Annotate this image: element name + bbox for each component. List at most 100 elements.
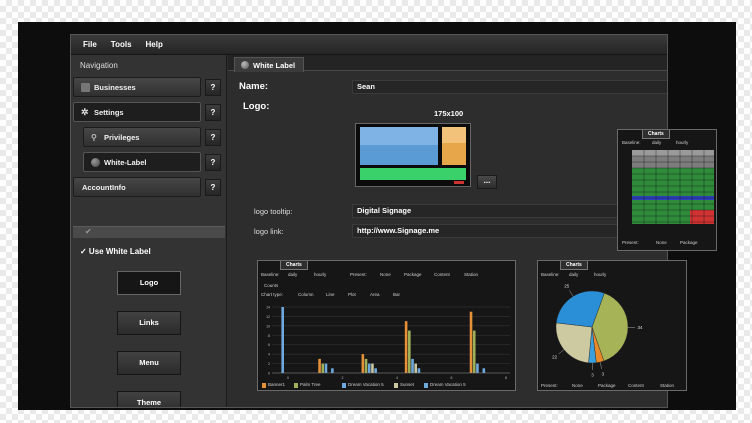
logo-tooltip-label: logo tooltip: [254, 207, 293, 216]
use-white-label-checkbox[interactable]: ✓ Use White Label [80, 247, 151, 256]
logo-label: Logo: [243, 101, 270, 112]
navigation-sidebar: Navigation Businesses ? ✲ Settings ? ⚲ P… [71, 55, 227, 407]
theme-button[interactable]: Theme [117, 391, 181, 407]
legend-label: Palm Tree [300, 382, 321, 387]
legend-label: Dream Vacation 5 [430, 382, 466, 387]
table-chart-panel: Charts Baseline: daily hourly Present: N… [617, 129, 717, 251]
nav-item-white-label[interactable]: White-Label [83, 152, 201, 172]
disc-icon [241, 61, 249, 69]
pie-leader-line [558, 349, 565, 355]
pie-value-label: 3 [602, 371, 605, 376]
bar [482, 368, 486, 373]
y-tick-label: 14 [266, 306, 270, 310]
bar [324, 363, 328, 373]
legend-swatch [342, 383, 346, 388]
bar [404, 321, 408, 373]
help-button-accountinfo[interactable]: ? [205, 179, 221, 196]
x-tick-label: 6 [451, 376, 453, 380]
bar [414, 363, 418, 373]
y-tick-label: 8 [268, 334, 270, 338]
table-header-row [632, 150, 714, 156]
help-button-settings[interactable]: ? [205, 104, 221, 121]
name-field[interactable]: Sean [352, 80, 667, 94]
present-option-package[interactable]: Package [598, 383, 616, 388]
disc-icon [91, 157, 100, 167]
browse-logo-button[interactable]: ... [477, 175, 497, 189]
bar [469, 311, 473, 373]
present-label: Present: [622, 240, 639, 245]
pie-value-label: 22 [552, 355, 558, 360]
legend-swatch [424, 383, 428, 388]
present-option-none[interactable]: None [572, 383, 583, 388]
bar [281, 307, 284, 373]
bar [417, 368, 421, 373]
bar [361, 354, 365, 373]
bar [408, 330, 411, 373]
bar [331, 368, 334, 373]
pie-value-label: 34 [637, 325, 643, 330]
nav-item-label: Businesses [94, 82, 136, 92]
logo-size-label: 175x100 [434, 109, 464, 118]
bar [472, 330, 476, 373]
present-label: Present: [541, 383, 558, 388]
pie-chart-panel: Charts Baseline: daily hourly 34 3 3 22 25 P… [537, 260, 687, 391]
gear-icon: ✲ [81, 106, 89, 117]
table-rows-green-2 [632, 200, 714, 210]
folder-icon [81, 82, 90, 92]
y-tick-label: 10 [266, 324, 270, 328]
help-button-businesses[interactable]: ? [205, 79, 221, 96]
pie-chart: 34 3 3 22 25 [552, 284, 643, 378]
check-icon: ✔ [85, 227, 92, 236]
tab-strip: White Label [228, 55, 667, 72]
logo-preview[interactable] [355, 123, 471, 187]
nav-item-accountinfo[interactable]: AccountInfo [73, 177, 201, 197]
menu-help[interactable]: Help [146, 40, 163, 49]
tab-white-label[interactable]: White Label [234, 57, 305, 72]
menu-button[interactable]: Menu [117, 351, 181, 375]
bar [321, 363, 325, 373]
bar-legend: Banner1 Palm Tree Dream Vacation 5 Sunset Dr… [262, 382, 514, 390]
pie-leader-line [599, 362, 602, 369]
nav-item-businesses[interactable]: Businesses [73, 77, 201, 97]
x-tick-label: 2 [342, 376, 344, 380]
bar [476, 363, 479, 373]
nav-item-settings[interactable]: ✲ Settings [73, 102, 201, 122]
menu-file[interactable]: File [83, 40, 97, 49]
name-label: Name: [239, 81, 269, 92]
legend-label: Banner1 [268, 382, 286, 387]
present-option-none[interactable]: None [656, 240, 667, 245]
section-divider: ✔ [73, 226, 225, 238]
heatmap-table [632, 150, 714, 224]
pie-value-label: 25 [564, 284, 570, 289]
pie-leader-line [569, 290, 574, 297]
legend-label: Sunset [400, 382, 415, 387]
present-option-package[interactable]: Package [680, 240, 698, 245]
x-tick-label: 0 [287, 376, 289, 380]
logo-thumbnail [356, 124, 470, 186]
nav-item-privileges[interactable]: ⚲ Privileges [83, 127, 201, 147]
logo-button[interactable]: Logo [117, 271, 181, 295]
bar [374, 368, 377, 373]
x-tick-label: 4 [396, 376, 398, 380]
logo-link-label: logo link: [254, 227, 284, 236]
help-button-white-label[interactable]: ? [205, 154, 221, 171]
present-option-station[interactable]: Station [660, 383, 674, 388]
navigation-title: Navigation [80, 61, 118, 70]
y-tick-label: 12 [266, 315, 270, 319]
bar [371, 363, 374, 373]
legend-swatch [262, 383, 266, 388]
x-tick-label: 8 [505, 376, 507, 380]
bar [364, 358, 368, 373]
pie-value-label: 3 [591, 372, 594, 377]
nav-item-label: Privileges [104, 132, 140, 142]
bar-chart: 0 2 4 6 8 10 12 14 0 2 4 6 8 [266, 306, 510, 380]
nav-item-label: AccountInfo [82, 182, 126, 192]
menu-tools[interactable]: Tools [111, 40, 132, 49]
legend-label: Dream Vacation 5 [348, 382, 384, 387]
help-button-privileges[interactable]: ? [205, 129, 221, 146]
present-option-content[interactable]: Content [628, 383, 644, 388]
y-tick-label: 0 [268, 372, 270, 376]
links-button[interactable]: Links [117, 311, 181, 335]
bar-chart-panel: Charts Baseline: daily hourly Present: N… [257, 260, 516, 391]
y-tick-label: 4 [268, 353, 270, 357]
